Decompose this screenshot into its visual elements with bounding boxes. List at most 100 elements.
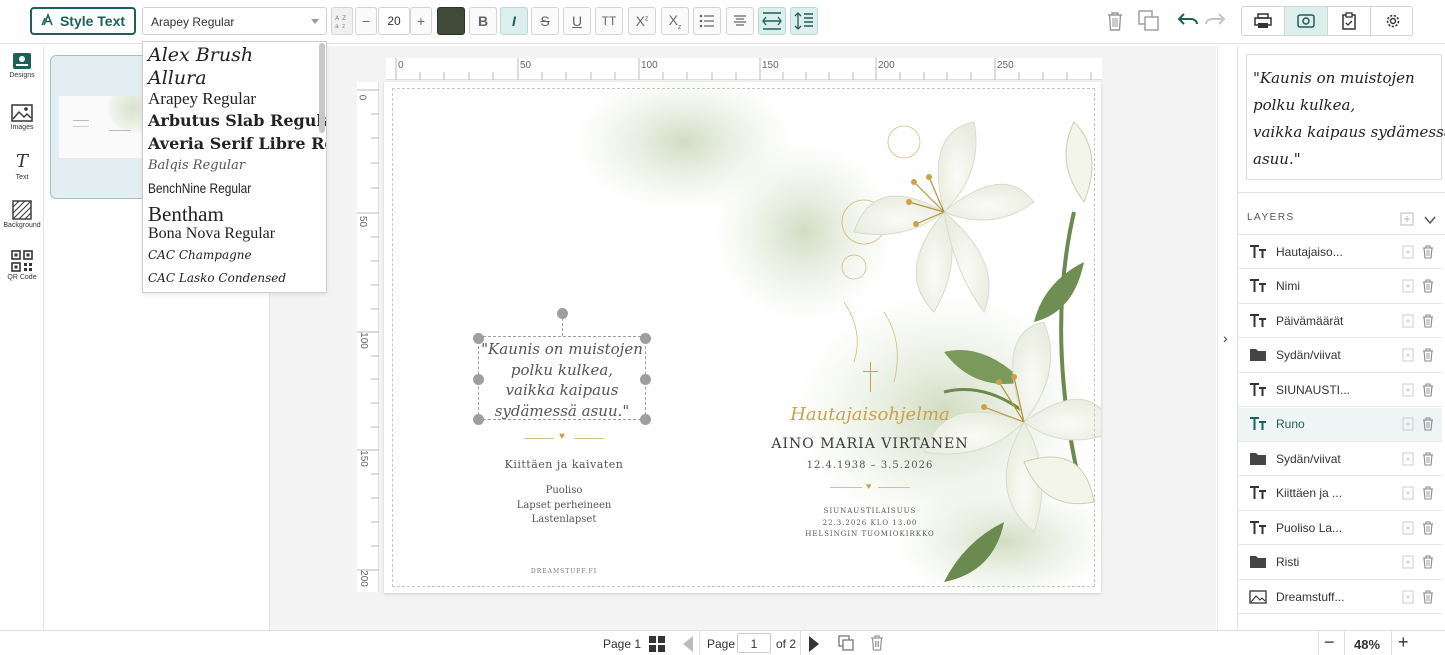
style-text-button[interactable]: Style Text [30,7,136,35]
settings-button[interactable] [1371,7,1414,35]
zoom-in-button[interactable]: + [1398,632,1409,653]
trash-icon[interactable] [1422,555,1436,569]
font-dropdown[interactable]: Alex Brush Allura Arapey Regular Arbutus… [142,41,327,293]
underline-button[interactable]: U [563,7,591,35]
rotate-handle[interactable] [557,308,568,319]
lock-icon[interactable] [1402,279,1416,293]
chevron-down-icon [1424,216,1436,225]
preview-view-button[interactable] [1285,7,1328,35]
layer-row[interactable]: Risti [1238,546,1442,580]
layer-row[interactable]: Runo [1238,407,1442,442]
font-family-select[interactable]: Arapey Regular [142,7,327,35]
trash-icon[interactable] [1422,279,1436,293]
font-option[interactable]: Allura [148,67,207,89]
font-option[interactable]: Arbutus Slab Regular [148,111,326,130]
lock-icon[interactable] [1402,555,1416,569]
lock-icon[interactable] [1402,383,1416,397]
layer-row[interactable]: Päivämäärät [1238,304,1442,338]
nav-qr-code[interactable]: QR Code [0,250,44,281]
trash-icon[interactable] [1422,382,1436,397]
lock-icon[interactable] [1402,314,1416,328]
duplicate-page-button[interactable] [838,635,854,654]
strikethrough-button[interactable]: S [531,7,559,35]
font-option[interactable]: Alex Brush [148,44,253,66]
next-page-button[interactable] [808,636,820,655]
font-option[interactable]: CAC Champagne [148,248,252,262]
font-size-input[interactable]: 20 [378,7,410,35]
trash-icon[interactable] [1422,486,1436,500]
lock-icon[interactable] [1402,452,1416,466]
lock-icon[interactable] [1402,486,1416,500]
font-option[interactable]: CAC Lasko Condensed [148,271,286,285]
dates-text: 12.4.1938 – 3.5.2026 [806,460,934,471]
right-panel-toggle[interactable]: › [1217,46,1237,630]
text-color-swatch[interactable] [437,7,465,35]
superscript-button[interactable]: Xz [628,7,656,35]
caps-button[interactable]: TT [595,7,623,35]
page-number-input[interactable]: 1 [737,633,771,653]
delete-button[interactable] [1106,11,1124,36]
layer-row[interactable]: SIUNAUSTI... [1238,373,1442,407]
zoom-out-button[interactable]: − [1324,632,1335,653]
layer-row[interactable]: Sydän/viivat [1238,339,1442,373]
add-layer-button[interactable] [1400,212,1414,231]
trash-icon[interactable] [1422,313,1436,328]
bold-button[interactable]: B [469,7,497,35]
trash-icon[interactable] [1422,417,1436,431]
font-option[interactable]: Averia Serif Libre Reg [148,134,326,153]
font-size-decrease-button[interactable]: − [355,7,377,35]
nav-images[interactable]: Images [0,104,44,131]
nav-background[interactable]: Background [0,200,44,229]
font-list-scrollbar[interactable] [319,43,325,133]
font-option[interactable]: Arapey Regular [148,89,256,109]
lock-icon[interactable] [1402,590,1416,604]
duplicate-button[interactable] [1138,10,1160,37]
line-spacing-button[interactable] [758,7,786,35]
text-preview[interactable]: "Kaunis on muistojen polku kulkea, vaikk… [1246,54,1445,180]
folder-icon [1248,555,1268,569]
subscript-button[interactable]: Xz [661,7,689,35]
page-grid-button[interactable] [649,636,665,655]
trash-icon[interactable] [1422,589,1436,604]
nav-designs[interactable]: Designs [0,52,44,79]
paragraph-spacing-button[interactable] [790,7,818,35]
gear-icon [1386,14,1399,28]
lock-icon[interactable] [1402,417,1416,431]
previous-page-button[interactable] [682,636,694,655]
lock-icon[interactable] [1402,348,1416,362]
redo-button[interactable] [1205,12,1226,33]
font-size-auto-button[interactable]: AZaz [331,7,353,35]
undo-button[interactable] [1177,12,1198,33]
font-option[interactable]: Bentham [148,202,224,227]
font-option[interactable]: Balqis Regular [148,158,245,173]
delete-page-button[interactable] [870,635,884,654]
card-page[interactable]: "Kaunis on muistojen polku kulkea, vaikk… [384,82,1101,593]
lock-icon[interactable] [1402,245,1416,259]
font-size-increase-button[interactable]: + [410,7,432,35]
preview-print-button[interactable] [1242,7,1285,35]
trash-icon[interactable] [1422,244,1436,259]
font-option[interactable]: BenchNine Regular [148,180,251,196]
layer-row[interactable]: Hautajaiso... [1238,235,1442,269]
lock-icon[interactable] [1402,521,1416,535]
nav-text[interactable]: T Text [0,152,44,182]
layer-row[interactable]: Puoliso La... [1238,511,1442,545]
layer-row[interactable]: Kiittäen ja ... [1238,477,1442,511]
layer-row[interactable]: Dreamstuff... [1238,580,1442,614]
trash-icon[interactable] [1422,451,1436,466]
trash-icon[interactable] [1422,520,1436,535]
ruler-label: 0 [356,94,368,101]
layers-collapse-button[interactable] [1424,212,1436,230]
clipboard-icon [1342,12,1356,30]
design-thumbnail[interactable] [50,55,148,199]
layer-row[interactable]: Sydän/viivat [1238,442,1442,476]
align-center-button[interactable] [726,7,754,35]
layer-row[interactable]: Nimi [1238,270,1442,304]
trash-icon[interactable] [1422,348,1436,362]
bullet-list-button[interactable] [693,7,721,35]
image-icon [1248,589,1268,604]
grid-icon [649,636,665,652]
italic-button[interactable]: I [500,7,528,35]
clipboard-button[interactable] [1328,7,1371,35]
font-option[interactable]: Bona Nova Regular [148,225,275,243]
